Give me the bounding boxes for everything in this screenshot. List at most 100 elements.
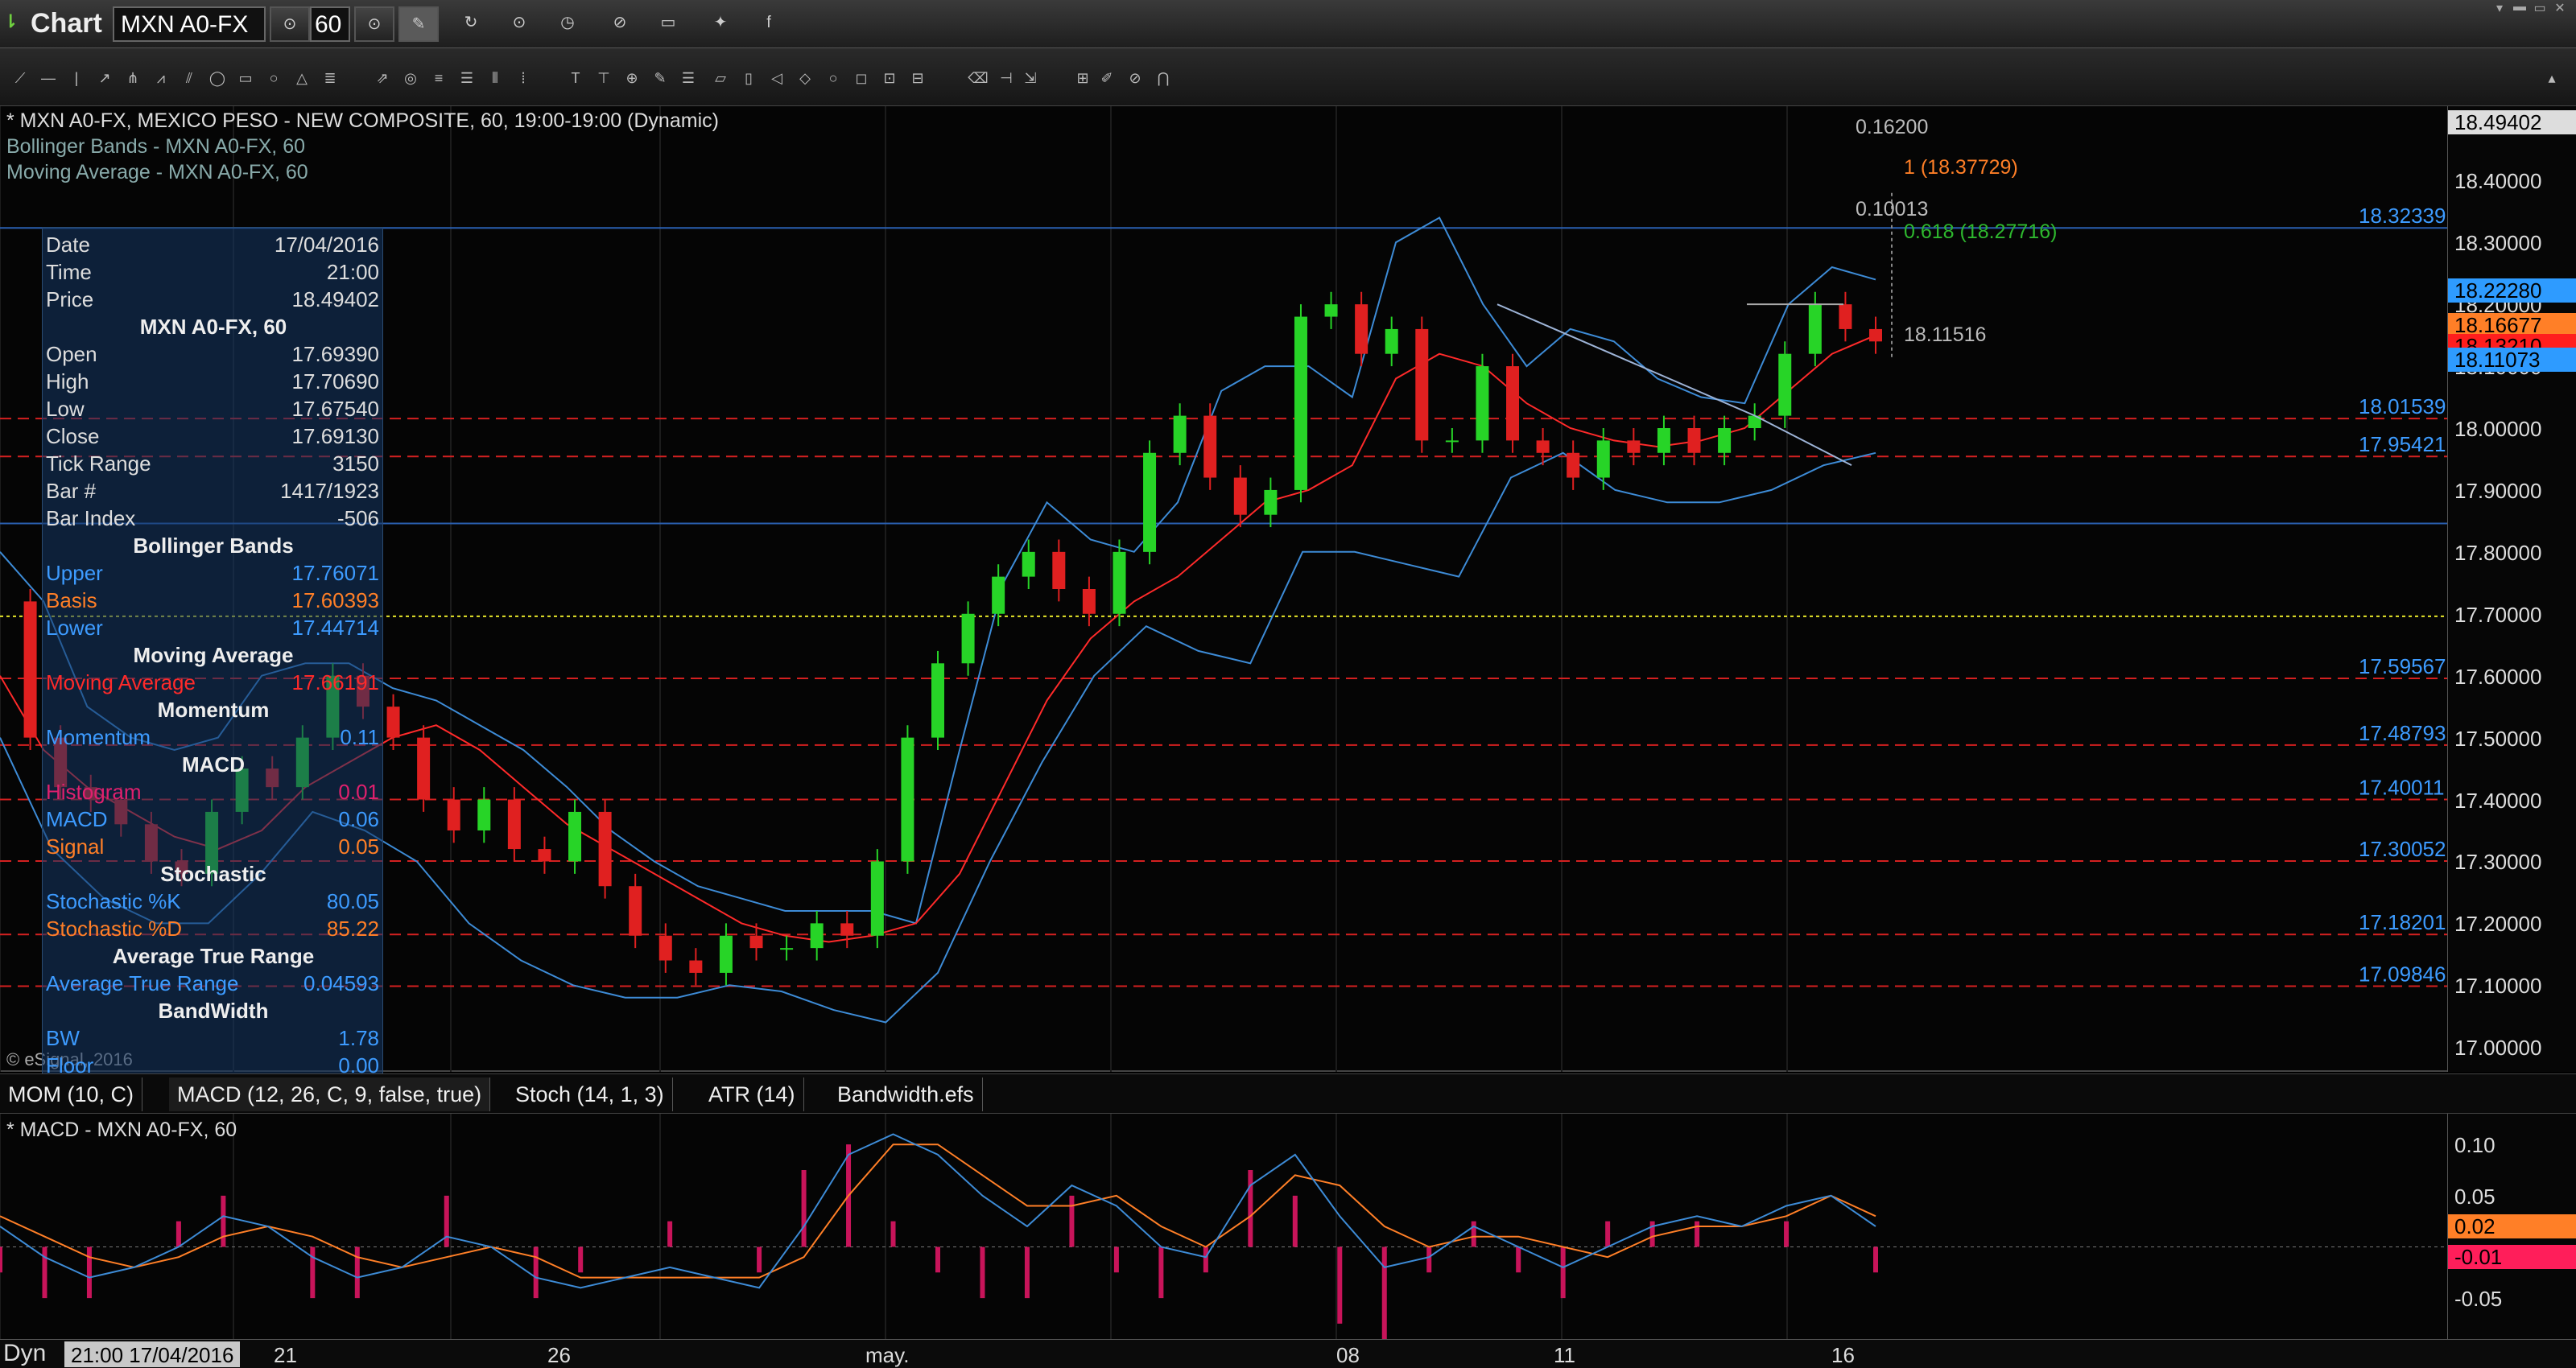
arrow-tool-icon[interactable]: ⇗: [370, 66, 394, 90]
chat-icon[interactable]: ▭: [648, 6, 688, 42]
clock-icon[interactable]: ◷: [547, 6, 588, 42]
refresh-icon[interactable]: ↻: [451, 6, 491, 42]
target-tool-icon[interactable]: ◎: [398, 66, 423, 90]
link-icon[interactable]: ⊙: [499, 6, 539, 42]
chain-icon[interactable]: ⊘: [600, 6, 640, 42]
fib-extension-icon[interactable]: ☰: [455, 66, 479, 90]
list-tool-icon[interactable]: ☰: [676, 66, 700, 90]
indicator-tab[interactable]: Bandwidth.efs: [829, 1078, 983, 1111]
time-axis[interactable]: Dyn 21:00 17/04/2016 21 26 may. 08 11 16: [0, 1339, 2576, 1368]
dw-bb-value: 17.60393: [291, 588, 379, 612]
macd-pane[interactable]: * MACD - MXN A0-FX, 60: [0, 1114, 2447, 1349]
dw-bb-row: Upper 17.76071: [46, 561, 381, 588]
shape-tool-4-icon[interactable]: ◇: [793, 66, 817, 90]
price-tag: 18.11073: [2448, 347, 2576, 372]
candle-body: [901, 737, 914, 862]
channel-tool-icon[interactable]: ⫽: [177, 66, 201, 90]
candle-body: [1113, 551, 1126, 614]
indicator-tab[interactable]: MOM (10, C): [0, 1078, 143, 1111]
trendline-tool-icon[interactable]: ⟋: [8, 66, 32, 90]
fan-tool-icon[interactable]: ⩘: [149, 66, 173, 90]
price-tick-label: 17.00000: [2454, 1036, 2542, 1061]
bubble-tool-icon[interactable]: ✎: [648, 66, 672, 90]
indicator-tab[interactable]: Stoch (14, 1, 3): [507, 1078, 673, 1111]
pen-tool-icon[interactable]: ✐: [1095, 66, 1119, 90]
candle-body: [840, 923, 854, 936]
gann-icon[interactable]: ⦙: [511, 66, 535, 90]
lock-tool-icon[interactable]: ⊞: [1071, 66, 1095, 90]
dw-time-row: Time 21:00: [46, 260, 381, 287]
dw-stoch-label: Stochastic %K: [46, 889, 181, 913]
draw-pencil-button[interactable]: ✎: [398, 6, 439, 42]
level-label: 17.59567: [2359, 654, 2446, 678]
dw-ohlc-row: Open 17.69390: [46, 342, 381, 369]
shape-tool-8-icon[interactable]: ⊟: [906, 66, 930, 90]
shape-tool-7-icon[interactable]: ⊡: [877, 66, 902, 90]
price-tick-label: 18.40000: [2454, 169, 2542, 194]
link-tool-icon[interactable]: ⊘: [1123, 66, 1147, 90]
dw-mom-value: 0.11: [340, 725, 379, 749]
ray-tool-icon[interactable]: ↗: [93, 66, 117, 90]
twitter-icon[interactable]: ✦: [700, 6, 741, 42]
level-label: 17.18201: [2359, 910, 2446, 934]
ellipse-tool-icon[interactable]: ◯: [205, 66, 229, 90]
macd-axis[interactable]: 0.10 0.05 -0.05 0.02 -0.01: [2447, 1114, 2576, 1339]
candle-body: [1324, 304, 1338, 317]
trendline-upper: [1496, 303, 1756, 417]
dw-date-row: Date 17/04/2016: [46, 233, 381, 260]
close-icon[interactable]: ✕: [2548, 0, 2572, 16]
shape-tool-1-icon[interactable]: ▱: [708, 66, 733, 90]
candle-body: [1839, 304, 1852, 329]
triangle-tool-icon[interactable]: △: [290, 66, 314, 90]
circle-tool-icon[interactable]: ○: [262, 66, 286, 90]
dw-macd-heading: MACD: [182, 752, 245, 777]
dw-ohlc-row: Bar # 1417/1923: [46, 479, 381, 506]
candle-body: [719, 935, 733, 973]
fib-timezone-icon[interactable]: ⦀: [483, 66, 507, 90]
candle-body: [1567, 452, 1580, 478]
interval-input[interactable]: 60: [310, 6, 350, 42]
dw-atr-label: Average True Range: [46, 971, 239, 995]
magnet-tool-icon[interactable]: ⋂: [1151, 66, 1175, 90]
candle-body: [386, 707, 400, 738]
fib-retracement-icon[interactable]: ≡: [427, 66, 451, 90]
text-tool-icon[interactable]: T: [564, 66, 588, 90]
dw-stoch-value: 85.22: [326, 917, 379, 941]
symbol-input[interactable]: MXN A0-FX ·: [113, 6, 266, 65]
dw-macd-label: MACD: [46, 807, 108, 831]
macd-chart-svg: [0, 1114, 2447, 1349]
snap-tool-icon[interactable]: ⊣: [994, 66, 1018, 90]
horizontal-line-tool-icon[interactable]: —: [36, 66, 60, 90]
candle-body: [1203, 415, 1217, 478]
facebook-icon[interactable]: f: [749, 6, 789, 42]
dw-macd-label: Signal: [46, 834, 105, 859]
price-label-icon[interactable]: ⊕: [620, 66, 644, 90]
interval-lookup-button[interactable]: ⊙: [354, 6, 394, 42]
shape-tool-3-icon[interactable]: ◁: [765, 66, 789, 90]
candle-body: [447, 799, 460, 830]
indicator-tab[interactable]: MACD (12, 26, C, 9, false, true): [169, 1078, 491, 1111]
fib-tool-icon[interactable]: ≣: [318, 66, 342, 90]
toolbar-collapse-icon[interactable]: ▴: [2540, 66, 2564, 90]
price-axis[interactable]: 18.4000018.3000018.2000018.1000018.00000…: [2447, 106, 2576, 1072]
time-tick-label: 08: [1336, 1343, 1360, 1367]
vertical-line-tool-icon[interactable]: |: [64, 66, 89, 90]
symbol-lookup-button[interactable]: ⊙: [270, 6, 310, 42]
note-tool-icon[interactable]: ⊤: [592, 66, 616, 90]
candle-body: [1476, 366, 1489, 441]
erase-tool-icon[interactable]: ⌫: [966, 66, 990, 90]
dw-bb-row: Basis 17.60393: [46, 588, 381, 616]
indicator-tab[interactable]: ATR (14): [700, 1078, 804, 1111]
select-tool-icon[interactable]: ⇲: [1018, 66, 1042, 90]
shape-tool-6-icon[interactable]: ◻: [849, 66, 873, 90]
candle-body: [417, 737, 431, 800]
trendline-lower: [1754, 414, 1852, 467]
candle-body: [931, 663, 944, 738]
shape-tool-2-icon[interactable]: ▯: [737, 66, 761, 90]
price-chart-pane[interactable]: 18.32339 18.01539 17.95421 17.59567 17.48793…: [0, 106, 2447, 1078]
shape-tool-5-icon[interactable]: ○: [821, 66, 845, 90]
candle-body: [1264, 489, 1278, 515]
fib-label-1: 1 (18.37729): [1904, 156, 2018, 179]
rectangle-tool-icon[interactable]: ▭: [233, 66, 258, 90]
pitchfork-tool-icon[interactable]: ⋔: [121, 66, 145, 90]
